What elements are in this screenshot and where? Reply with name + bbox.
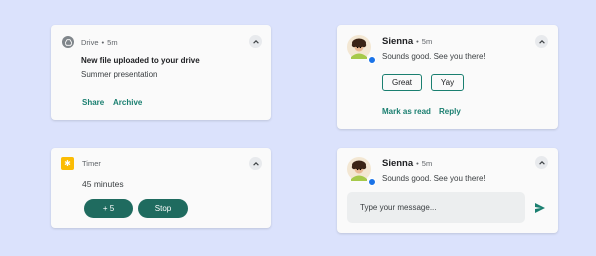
add-five-minutes-button[interactable]: + 5 bbox=[84, 199, 133, 218]
reply-input-field[interactable]: Type your message... bbox=[347, 192, 525, 223]
sender-name: Sienna bbox=[382, 158, 414, 169]
expand-button[interactable] bbox=[249, 35, 262, 48]
message-text: Sounds good. See you there! bbox=[382, 52, 486, 61]
timestamp: 5m bbox=[421, 159, 433, 168]
send-icon bbox=[535, 203, 545, 213]
message-text: Sounds good. See you there! bbox=[382, 174, 486, 183]
drive-header: Drive • 5m bbox=[81, 38, 118, 47]
reply-input-placeholder: Type your message... bbox=[360, 203, 437, 212]
app-name: Timer bbox=[82, 159, 101, 168]
chevron-up-icon bbox=[252, 161, 259, 166]
stop-button[interactable]: Stop bbox=[138, 199, 188, 218]
expand-button[interactable] bbox=[249, 157, 262, 170]
message-header: Sienna • 5m bbox=[382, 158, 433, 169]
app-name: Drive bbox=[81, 38, 99, 47]
share-action[interactable]: Share bbox=[82, 98, 104, 107]
timer-icon: ✱ bbox=[61, 157, 74, 170]
drive-notification[interactable]: Drive • 5m New file uploaded to your drive… bbox=[51, 25, 271, 120]
messages-badge-icon bbox=[368, 178, 376, 186]
smart-reply-yay[interactable]: Yay bbox=[431, 74, 464, 91]
reply-action[interactable]: Reply bbox=[439, 107, 461, 116]
message-notification-replies[interactable]: Sienna • 5m Sounds good. See you there! Gr… bbox=[337, 25, 558, 129]
timer-notification[interactable]: ✱ Timer 45 minutes + 5 Stop bbox=[51, 148, 271, 228]
chevron-up-icon bbox=[252, 39, 259, 44]
timestamp: 5m bbox=[107, 38, 118, 47]
mark-as-read-action[interactable]: Mark as read bbox=[382, 107, 431, 116]
timer-header: Timer bbox=[82, 159, 101, 168]
sender-name: Sienna bbox=[382, 36, 414, 47]
messages-badge-icon bbox=[368, 56, 376, 64]
message-notification-input[interactable]: Sienna • 5m Sounds good. See you there! Ty… bbox=[337, 148, 558, 233]
avatar bbox=[347, 35, 371, 59]
chevron-up-icon bbox=[538, 39, 545, 44]
timer-remaining: 45 minutes bbox=[82, 179, 124, 189]
smart-reply-great[interactable]: Great bbox=[382, 74, 422, 91]
expand-button[interactable] bbox=[535, 156, 548, 169]
message-header: Sienna • 5m bbox=[382, 36, 433, 47]
send-button[interactable] bbox=[533, 201, 547, 215]
drive-icon bbox=[62, 36, 74, 48]
notification-title: New file uploaded to your drive bbox=[81, 56, 200, 65]
avatar bbox=[347, 157, 371, 181]
archive-action[interactable]: Archive bbox=[113, 98, 142, 107]
expand-button[interactable] bbox=[535, 35, 548, 48]
timestamp: 5m bbox=[421, 37, 433, 46]
notification-body: Summer presentation bbox=[81, 70, 158, 79]
chevron-up-icon bbox=[538, 160, 545, 165]
